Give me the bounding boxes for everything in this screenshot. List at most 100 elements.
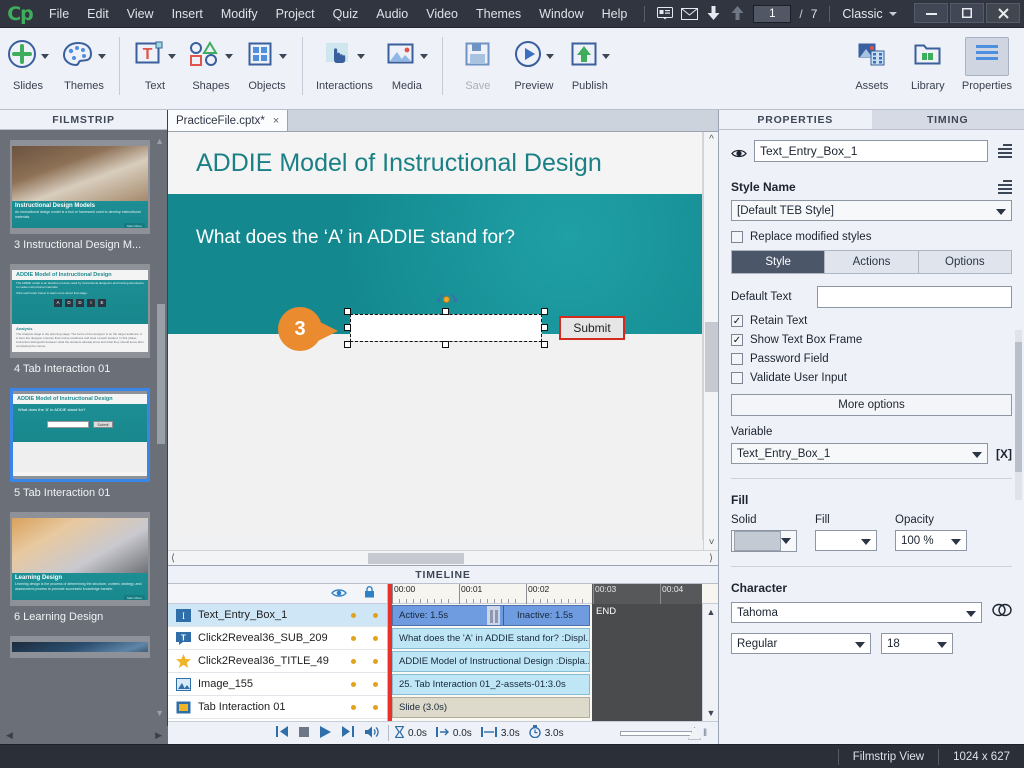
default-text-input[interactable]: [817, 286, 1012, 308]
slide-question-text[interactable]: What does the ‘A’ in ADDIE stand for?: [168, 194, 702, 249]
more-options-button[interactable]: More options: [731, 394, 1012, 416]
show-text-box-frame-row[interactable]: ✓ Show Text Box Frame: [731, 334, 1012, 346]
chevron-down-icon[interactable]: [279, 53, 287, 59]
close-icon[interactable]: ×: [273, 115, 279, 127]
scrollbar-thumb[interactable]: [368, 552, 464, 564]
toolbar-button-publish[interactable]: Publish: [562, 33, 618, 92]
checkbox[interactable]: [731, 372, 743, 384]
solid-color-picker[interactable]: [731, 530, 797, 552]
resize-handle-ne[interactable]: [541, 308, 548, 315]
tab-properties[interactable]: PROPERTIES: [719, 110, 872, 129]
visibility-dot[interactable]: [351, 658, 356, 664]
toolbar-button-preview[interactable]: Preview: [506, 33, 562, 92]
chevron-down-icon[interactable]: [781, 538, 791, 544]
toolbar-button-objects[interactable]: Objects: [239, 33, 295, 92]
filmstrip-slide-3[interactable]: Instructional Design Models An instructi…: [10, 140, 158, 260]
toolbar-button-media[interactable]: Media: [379, 33, 435, 92]
chevron-right-icon[interactable]: ⟩: [706, 553, 716, 564]
font-style-dropdown[interactable]: Regular: [731, 633, 871, 654]
chevron-down-icon[interactable]: ▼: [155, 708, 164, 718]
chevron-down-icon[interactable]: [168, 53, 176, 59]
menu-item-quiz[interactable]: Quiz: [324, 0, 368, 28]
visibility-dot[interactable]: [351, 612, 356, 618]
resize-handle-n[interactable]: [442, 308, 449, 315]
toolbar-button-assets[interactable]: Assets: [844, 33, 900, 92]
timeline-row-tab-interaction-01[interactable]: Tab Interaction 01: [168, 696, 387, 719]
slide-title-text[interactable]: ADDIE Model of Instructional Design: [196, 149, 602, 178]
segment-options[interactable]: Options: [918, 251, 1011, 273]
toolbar-button-save[interactable]: Save: [450, 33, 506, 92]
lock-dot[interactable]: [373, 658, 378, 664]
eye-icon[interactable]: [731, 146, 747, 157]
menu-item-video[interactable]: Video: [417, 0, 467, 28]
scrollbar-thumb[interactable]: [157, 304, 165, 444]
object-name-input[interactable]: Text_Entry_Box_1: [754, 140, 988, 162]
slide-thumbnail[interactable]: ADDIE Model of Instructional Design What…: [10, 388, 150, 482]
fill-dropdown[interactable]: [815, 530, 877, 551]
stage-vertical-scrollbar[interactable]: ^ ˅: [703, 132, 718, 550]
text-entry-box-selection[interactable]: [344, 294, 548, 348]
typekit-fonts-icon[interactable]: [992, 603, 1012, 622]
filmstrip-slide-4[interactable]: ADDIE Model of Instructional Design The …: [10, 264, 158, 384]
chevron-down-icon[interactable]: [357, 53, 366, 59]
toolbar-button-text[interactable]: T Text: [127, 33, 183, 92]
rewind-to-start-icon[interactable]: [276, 726, 288, 740]
eye-icon[interactable]: [331, 585, 347, 603]
slide-stage[interactable]: ADDIE Model of Instructional Design What…: [168, 132, 703, 540]
slide-thumbnail[interactable]: Learning Design Learning design is the p…: [10, 512, 150, 606]
toolbar-button-themes[interactable]: Themes: [56, 33, 112, 92]
timeline-tracks[interactable]: 00:00 00:01 00:02 00:03 00:04 END Active…: [388, 584, 718, 721]
checkbox[interactable]: [731, 353, 743, 365]
timeline-bar-click2reveal36-sub-209[interactable]: What does the 'A' in ADDIE stand for? :D…: [392, 628, 590, 649]
chevron-down-icon[interactable]: [419, 53, 428, 59]
chevron-down-icon[interactable]: [545, 53, 554, 59]
lock-dot[interactable]: [373, 681, 378, 687]
submit-button[interactable]: Submit: [559, 316, 625, 340]
retain-text-row[interactable]: ✓ Retain Text: [731, 315, 1012, 327]
resize-handle-sw[interactable]: [344, 341, 351, 348]
filmstrip-scroll-area[interactable]: Instructional Design Models An instructi…: [0, 130, 168, 726]
maximize-button[interactable]: [950, 3, 984, 23]
stage-horizontal-scrollbar[interactable]: ⟨ ⟩: [168, 550, 718, 565]
style-menu-icon[interactable]: [996, 180, 1012, 194]
resize-handle-nw[interactable]: [344, 308, 351, 315]
segment-actions[interactable]: Actions: [825, 251, 919, 273]
resize-handle-w[interactable]: [344, 324, 351, 331]
menu-item-file[interactable]: File: [40, 0, 78, 28]
forward-to-end-icon[interactable]: [342, 726, 354, 740]
variable-dropdown[interactable]: Text_Entry_Box_1: [731, 443, 988, 464]
lock-dot[interactable]: [373, 612, 378, 618]
scrollbar-thumb[interactable]: [705, 322, 718, 392]
checkbox[interactable]: [731, 231, 743, 243]
resize-handle-s[interactable]: [442, 341, 449, 348]
close-button[interactable]: [986, 3, 1020, 23]
password-field-row[interactable]: Password Field: [731, 353, 1012, 365]
checkbox[interactable]: ✓: [731, 315, 743, 327]
menu-item-modify[interactable]: Modify: [212, 0, 267, 28]
slide-thumbnail[interactable]: ADDIE Model of Instructional Design The …: [10, 264, 150, 358]
timeline-bar-image-155[interactable]: 25. Tab Interaction 01_2-assets-01:3.0s: [392, 674, 590, 695]
slide-thumbnail[interactable]: [10, 636, 150, 658]
notes-icon[interactable]: [653, 0, 677, 28]
filmstrip-hscroll[interactable]: ◀ ▶: [0, 726, 168, 744]
pause-marker-icon[interactable]: [487, 606, 500, 625]
menu-item-view[interactable]: View: [118, 0, 163, 28]
page-number-input[interactable]: 1: [753, 4, 792, 23]
timeline-vertical-scrollbar[interactable]: ▲ ▼: [702, 604, 718, 721]
minimize-button[interactable]: [914, 3, 948, 23]
lock-dot[interactable]: [373, 635, 378, 641]
menu-item-insert[interactable]: Insert: [163, 0, 212, 28]
toolbar-button-library[interactable]: Library: [900, 33, 956, 92]
lock-dot[interactable]: [373, 704, 378, 710]
play-icon[interactable]: [320, 725, 331, 741]
color-swatch[interactable]: [734, 531, 781, 551]
filmstrip-slide-5[interactable]: ADDIE Model of Instructional Design What…: [10, 388, 158, 508]
chevron-up-icon[interactable]: ^: [704, 134, 718, 145]
chevron-up-icon[interactable]: ▲: [155, 136, 164, 146]
zoom-slider-track[interactable]: [620, 730, 692, 736]
download-icon[interactable]: [701, 0, 725, 28]
resize-handle-e[interactable]: [541, 324, 548, 331]
visibility-dot[interactable]: [351, 704, 356, 710]
chevron-left-icon[interactable]: ⟨: [168, 553, 178, 564]
chevron-down-icon[interactable]: [41, 53, 49, 59]
